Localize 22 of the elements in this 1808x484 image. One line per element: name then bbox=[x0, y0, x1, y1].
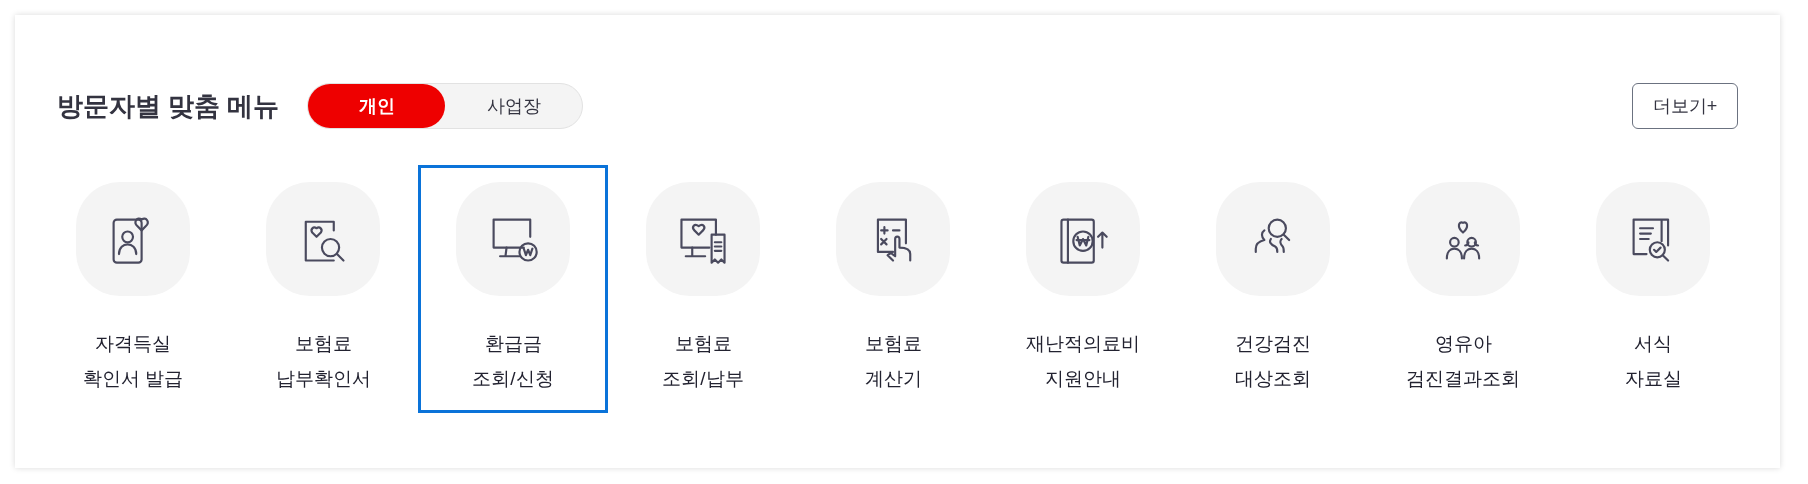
menu-label: 영유아 검진결과조회 bbox=[1406, 332, 1520, 391]
tab[interactable]: 사업장 bbox=[445, 84, 583, 128]
menu-item[interactable]: 건강검진 대상조회 bbox=[1178, 165, 1368, 413]
menu-label: 환급금 조회/신청 bbox=[472, 332, 554, 391]
menu-item[interactable]: 보험료 계산기 bbox=[798, 165, 988, 413]
menu-label: 건강검진 대상조회 bbox=[1235, 332, 1311, 391]
menu-item[interactable]: 보험료 납부확인서 bbox=[228, 165, 418, 413]
menu-label: 보험료 계산기 bbox=[864, 332, 922, 391]
menu-item[interactable]: 환급금 조회/신청 bbox=[418, 165, 608, 413]
section-title: 방문자별 맞춤 메뉴 bbox=[57, 89, 280, 123]
menu-label: 보험료 조회/납부 bbox=[662, 332, 744, 391]
menu-label: 재난적의료비 지원안내 bbox=[1026, 332, 1140, 391]
more-button[interactable]: 더보기+ bbox=[1632, 83, 1738, 129]
menu-item[interactable]: 보험료 조회/납부 bbox=[608, 165, 798, 413]
tab[interactable]: 개인 bbox=[308, 84, 446, 128]
menu-label: 자격득실 확인서 발급 bbox=[82, 332, 184, 391]
menu-label: 서식 자료실 bbox=[1624, 332, 1682, 391]
menu-item[interactable]: 재난적의료비 지원안내 bbox=[988, 165, 1178, 413]
menu-item[interactable]: 자격득실 확인서 발급 bbox=[38, 165, 228, 413]
menu-label: 보험료 납부확인서 bbox=[275, 332, 371, 391]
menu-item[interactable]: 영유아 검진결과조회 bbox=[1368, 165, 1558, 413]
menu-item[interactable]: 서식 자료실 bbox=[1558, 165, 1748, 413]
